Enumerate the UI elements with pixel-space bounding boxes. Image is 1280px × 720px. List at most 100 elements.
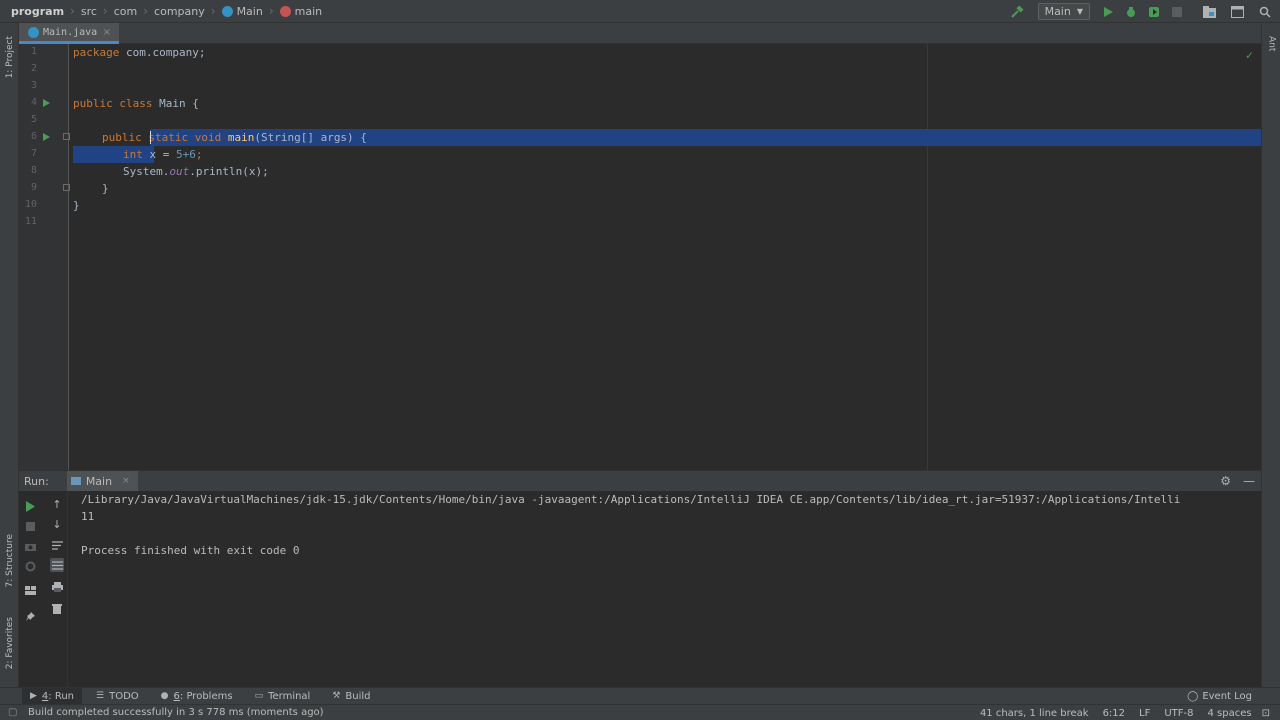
lock-icon[interactable]: ⊡ <box>1262 708 1270 719</box>
stop-icon[interactable] <box>23 519 37 533</box>
breadcrumb-method[interactable]: main <box>274 5 322 18</box>
arrow-down-icon[interactable]: ↓ <box>50 517 64 531</box>
code-keyword: public class <box>73 97 153 110</box>
close-icon[interactable]: × <box>103 27 111 38</box>
line-number: 4 <box>30 97 37 108</box>
console-icon <box>70 477 81 485</box>
tab-main-java[interactable]: Main.java × <box>19 23 119 44</box>
run-gutter-icon[interactable] <box>43 133 50 141</box>
gear-icon[interactable]: ⚙ <box>1220 474 1231 488</box>
tab-problems-label: : Problems <box>179 690 233 702</box>
left-tool-strip: 1: Project 7: Structure 2: Favorites <box>0 23 19 687</box>
code-keyword: public <box>102 131 142 144</box>
rerun-icon[interactable] <box>23 499 37 513</box>
arrow-up-icon[interactable]: ↑ <box>50 497 64 511</box>
bottom-tool-bar: ▶ 4: Run ☰ TODO ● 6: Problems ▭ Terminal… <box>0 687 1280 705</box>
search-icon[interactable] <box>1256 3 1274 21</box>
selection-info: 41 chars, 1 line break <box>979 707 1089 719</box>
navigation-bar: program › src › com › company › Main › m… <box>0 0 1280 23</box>
favorites-tool-tab[interactable]: 2: Favorites <box>0 608 19 678</box>
window-icon[interactable] <box>1228 3 1246 21</box>
line-number: 3 <box>30 80 37 91</box>
event-log-label: Event Log <box>1202 691 1252 702</box>
line-number: 11 <box>24 216 37 227</box>
right-tool-strip: Ant <box>1261 23 1280 687</box>
line-number: 6 <box>30 131 37 142</box>
ant-tool-tab[interactable]: Ant <box>1262 29 1280 59</box>
ant-tool-label: Ant <box>1266 36 1277 52</box>
fold-marker-icon[interactable] <box>63 184 70 191</box>
layout-icon[interactable] <box>23 583 37 597</box>
camera-icon[interactable] <box>23 539 37 553</box>
breadcrumb-project[interactable]: program <box>0 5 64 18</box>
editor-tabs: Main.java × <box>19 23 1261 44</box>
favorites-tool-label: 2: Favorites <box>4 616 15 670</box>
indent-setting[interactable]: 4 spaces <box>1208 708 1252 719</box>
code-number: 5+6 <box>176 148 196 161</box>
trash-icon[interactable] <box>50 601 64 615</box>
code-line-7: int x = 5+6; <box>123 146 203 163</box>
project-structure-icon[interactable] <box>1200 3 1218 21</box>
code-editor[interactable]: 1 2 3 4 5 6 7 8 9 10 11 package com.comp… <box>19 44 1261 470</box>
chevron-right-icon: › <box>70 4 75 18</box>
breadcrumb-src[interactable]: src <box>75 5 97 18</box>
fold-marker-icon[interactable] <box>63 133 70 140</box>
line-number: 9 <box>30 182 37 193</box>
tab-todo-label: TODO <box>109 690 139 702</box>
tab-label: Main.java <box>43 26 98 38</box>
play-icon: ▶ <box>30 691 37 701</box>
method-icon <box>279 5 291 17</box>
stop-icon[interactable] <box>1168 3 1186 21</box>
chevron-right-icon: › <box>102 4 108 18</box>
tab-build-label: Build <box>345 690 371 702</box>
run-icon[interactable] <box>1099 3 1117 21</box>
tab-problems[interactable]: ● 6: Problems <box>153 688 241 705</box>
pin-icon[interactable] <box>23 609 37 623</box>
build-hammer-icon[interactable] <box>1008 3 1026 21</box>
minimize-icon[interactable]: — <box>1243 474 1255 488</box>
code-text: System. <box>123 165 170 178</box>
class-icon <box>28 26 39 38</box>
code-static-field: out <box>169 165 190 178</box>
caret-position[interactable]: 6:12 <box>1103 708 1125 719</box>
line-number: 10 <box>24 199 37 210</box>
run-config-select[interactable]: Main ▼ <box>1037 3 1090 20</box>
event-log-button[interactable]: ◯ Event Log <box>1187 688 1252 705</box>
breadcrumb-method-label: main <box>294 4 323 18</box>
breadcrumb-class-label: Main <box>236 4 263 18</box>
breadcrumb-com[interactable]: com <box>108 5 138 18</box>
build-hammer-icon: ⚒ <box>332 691 341 701</box>
status-bar: ▢ Build completed successfully in 3 s 77… <box>0 704 1280 720</box>
tab-build[interactable]: ⚒ Build <box>324 688 378 705</box>
run-actions-primary <box>19 491 43 688</box>
run-panel-title: Run: <box>24 474 49 488</box>
debug-icon[interactable] <box>1122 3 1140 21</box>
line-number: 2 <box>30 63 37 74</box>
breadcrumb-company[interactable]: company <box>148 5 205 18</box>
code-text: ; <box>195 148 203 161</box>
file-encoding[interactable]: UTF-8 <box>1164 708 1193 719</box>
status-message[interactable]: Build completed successfully in 3 s 778 … <box>28 707 324 718</box>
run-gutter-icon[interactable] <box>43 99 50 107</box>
close-icon[interactable]: × <box>122 476 130 486</box>
code-keyword: int <box>123 148 143 161</box>
tab-run[interactable]: ▶ 4: Run <box>22 687 83 705</box>
chevron-right-icon: › <box>210 4 216 18</box>
code-text: x = <box>142 148 176 161</box>
tool-windows-icon[interactable]: ▢ <box>8 707 17 718</box>
structure-tool-label: 7: Structure <box>4 534 15 588</box>
print-icon[interactable] <box>50 580 64 594</box>
structure-tool-tab[interactable]: 7: Structure <box>0 528 19 594</box>
tab-todo[interactable]: ☰ TODO <box>88 688 147 705</box>
tab-terminal[interactable]: ▭ Terminal <box>247 688 319 705</box>
soft-wrap-icon[interactable] <box>50 538 64 552</box>
restore-layout-icon[interactable] <box>23 559 37 573</box>
breadcrumb-class[interactable]: Main <box>216 5 263 18</box>
code-text: Main { <box>152 97 199 110</box>
scroll-to-end-icon[interactable] <box>50 558 64 572</box>
coverage-icon[interactable] <box>1145 3 1163 21</box>
run-tab-main[interactable]: Main × <box>66 471 138 491</box>
line-separator[interactable]: LF <box>1139 708 1150 719</box>
code-text: } <box>102 182 109 195</box>
project-tool-tab[interactable]: 1: Project <box>0 29 19 85</box>
